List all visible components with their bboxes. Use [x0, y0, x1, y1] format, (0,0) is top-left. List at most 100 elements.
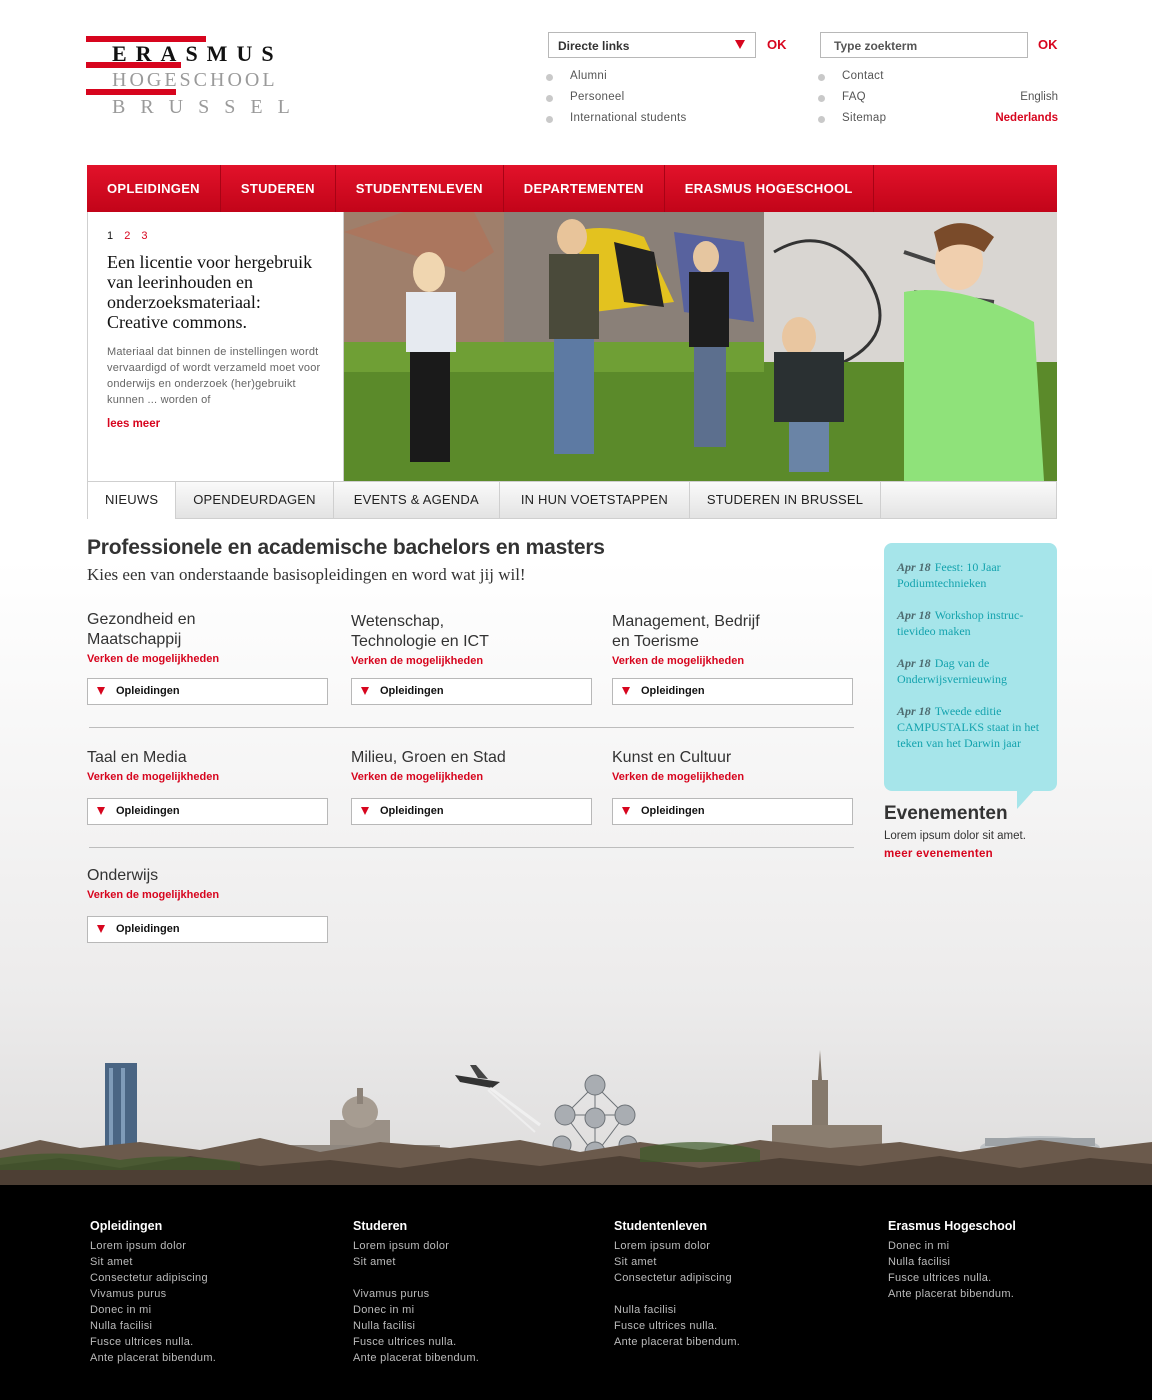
direct-links-select[interactable]: Directe links: [548, 32, 756, 58]
nav-opleidingen[interactable]: OPLEIDINGEN: [87, 165, 221, 212]
event-item[interactable]: Apr 18 Workshop instruc-tievideo maken: [897, 607, 1044, 639]
footer-link[interactable]: Fusce ultrices nulla.: [888, 1270, 1016, 1286]
quick-link-faq[interactable]: FAQ: [818, 91, 886, 112]
students-photo: [343, 212, 1057, 481]
footer-link[interactable]: Consectetur adipiscing: [90, 1270, 216, 1286]
news-text-panel: 1 2 3 Een licentie voor hergebruik van l…: [88, 212, 343, 481]
opleidingen-dropdown[interactable]: Opleidingen: [87, 678, 328, 705]
explore-link[interactable]: Verken de mogelijkheden: [612, 655, 854, 667]
category-title: Milieu, Groen en Stad: [351, 749, 506, 766]
footer-link[interactable]: Sit amet: [614, 1254, 740, 1270]
opleidingen-dropdown[interactable]: Opleidingen: [351, 798, 592, 825]
footer-link[interactable]: Nulla facilisi: [90, 1318, 216, 1334]
quick-link-international-students[interactable]: International students: [546, 112, 687, 133]
language-english-link[interactable]: English: [1020, 91, 1058, 103]
footer-link[interactable]: Nulla facilisi: [614, 1302, 740, 1318]
footer-link[interactable]: Consectetur adipiscing: [614, 1270, 740, 1286]
tab-nieuws[interactable]: NIEUWS: [88, 482, 177, 519]
more-events-link[interactable]: meer evenementen: [884, 848, 993, 860]
search-ok-button[interactable]: OK: [1038, 37, 1058, 52]
footer-link[interactable]: Nulla facilisi: [353, 1318, 479, 1334]
explore-link[interactable]: Verken de mogelijkheden: [87, 771, 329, 783]
footer-link[interactable]: Fusce ultrices nulla.: [353, 1334, 479, 1350]
footer-link[interactable]: Sit amet: [90, 1254, 216, 1270]
event-item[interactable]: Apr 18 Feest: 10 Jaar Podiumtechnieken: [897, 559, 1044, 591]
bullet-icon: [546, 116, 553, 123]
footer-link[interactable]: Ante placerat bibendum.: [614, 1334, 740, 1350]
event-item[interactable]: Apr 18 Tweede editie CAMPUSTALKS staat in…: [897, 703, 1044, 751]
footer-heading: Erasmus Hogeschool: [888, 1219, 1016, 1233]
page-subtitle: Kies een van onderstaande basisopleiding…: [87, 565, 526, 584]
tab-studeren-in-brussel[interactable]: STUDEREN IN BRUSSEL: [690, 482, 882, 518]
skyline-icon: [0, 1050, 1152, 1185]
category-taal-en-media: Taal en Media Verken de mogelijkheden Op…: [87, 748, 329, 825]
language-dutch-link[interactable]: Nederlands: [995, 112, 1058, 124]
footer-link[interactable]: Sit amet: [353, 1254, 479, 1270]
tab-opendeurdagen[interactable]: OPENDEURDAGEN: [176, 482, 334, 518]
nav-departementen[interactable]: DEPARTEMENTEN: [504, 165, 665, 212]
opleidingen-dropdown[interactable]: Opleidingen: [87, 798, 328, 825]
opleidingen-dropdown[interactable]: Opleidingen: [351, 678, 592, 705]
footer-heading: Opleidingen: [90, 1219, 163, 1233]
explore-link[interactable]: Verken de mogelijkheden: [87, 889, 329, 901]
footer-link[interactable]: Ante placerat bibendum.: [353, 1350, 479, 1366]
quick-link-personeel[interactable]: Personeel: [546, 91, 687, 112]
category-wetenschap-technologie-ict: Wetenschap, Technologie en ICT Verken de…: [351, 612, 593, 705]
opleidingen-dropdown[interactable]: Opleidingen: [612, 678, 853, 705]
section-tabs: NIEUWS OPENDEURDAGEN EVENTS & AGENDA IN …: [88, 481, 1056, 519]
footer-link[interactable]: Lorem ipsum dolor: [353, 1238, 479, 1254]
quick-links-right: Contact FAQ Sitemap: [818, 70, 886, 133]
site-footer: Opleidingen Lorem ipsum dolor Sit amet C…: [0, 1185, 1152, 1400]
footer-link[interactable]: Ante placerat bibendum.: [888, 1286, 1016, 1302]
events-heading: Evenementen: [884, 803, 1008, 824]
footer-link[interactable]: Vivamus purus: [353, 1286, 479, 1302]
footer-link[interactable]: Lorem ipsum dolor: [90, 1238, 216, 1254]
dropdown-arrow-icon: [361, 807, 369, 815]
nav-erasmus-hogeschool[interactable]: ERASMUS HOGESCHOOL: [665, 165, 874, 212]
footer-link[interactable]: Ante placerat bibendum.: [90, 1350, 216, 1366]
quick-link-contact[interactable]: Contact: [818, 70, 886, 91]
explore-link[interactable]: Verken de mogelijkheden: [351, 655, 593, 667]
students-photo-illustration: [344, 212, 1057, 481]
footer-link[interactable]: Nulla facilisi: [888, 1254, 1016, 1270]
footer-link[interactable]: Fusce ultrices nulla.: [614, 1318, 740, 1334]
footer-link[interactable]: Vivamus purus: [90, 1286, 216, 1302]
footer-spacer: [614, 1286, 740, 1302]
pager-page-2[interactable]: 2: [124, 230, 130, 242]
quick-link-sitemap[interactable]: Sitemap: [818, 112, 886, 133]
event-item[interactable]: Apr 18 Dag van de Onderwijsvernieuwing: [897, 655, 1044, 687]
events-description: Lorem ipsum dolor sit amet.: [884, 830, 1026, 842]
tab-events-agenda[interactable]: EVENTS & AGENDA: [334, 482, 500, 518]
footer-link[interactable]: Fusce ultrices nulla.: [90, 1334, 216, 1350]
category-title: Kunst en Cultuur: [612, 749, 732, 766]
tab-in-hun-voetstappen[interactable]: IN HUN VOETSTAPPEN: [500, 482, 690, 518]
opleidingen-dropdown[interactable]: Opleidingen: [612, 798, 853, 825]
read-more-link[interactable]: lees meer: [107, 418, 324, 430]
footer-link[interactable]: Donec in mi: [90, 1302, 216, 1318]
footer-link[interactable]: Lorem ipsum dolor: [614, 1238, 740, 1254]
footer-link[interactable]: Donec in mi: [353, 1302, 479, 1318]
dropdown-arrow-icon: [622, 687, 630, 695]
explore-link[interactable]: Verken de mogelijkheden: [612, 771, 854, 783]
dropdown-arrow-icon: [97, 807, 105, 815]
bullet-icon: [818, 95, 825, 102]
explore-link[interactable]: Verken de mogelijkheden: [351, 771, 593, 783]
direct-links-ok-button[interactable]: OK: [767, 37, 787, 52]
dropdown-arrow-icon: [97, 687, 105, 695]
opleidingen-dropdown[interactable]: Opleidingen: [87, 916, 328, 943]
search-input[interactable]: Type zoekterm: [820, 32, 1028, 58]
footer-link[interactable]: Donec in mi: [888, 1238, 1016, 1254]
quick-link-alumni[interactable]: Alumni: [546, 70, 687, 91]
pager-page-1[interactable]: 1: [107, 230, 113, 242]
footer-column-erasmus-hogeschool: Erasmus Hogeschool Donec in mi Nulla fac…: [888, 1218, 1016, 1302]
nav-studeren[interactable]: STUDEREN: [221, 165, 336, 212]
pager-page-3[interactable]: 3: [141, 230, 147, 242]
search-placeholder: Type zoekterm: [834, 39, 918, 53]
category-kunst-en-cultuur: Kunst en Cultuur Verken de mogelijkheden…: [612, 748, 854, 825]
nav-studentenleven[interactable]: STUDENTENLEVEN: [336, 165, 504, 212]
news-carousel: 1 2 3 Een licentie voor hergebruik van l…: [87, 212, 1057, 519]
explore-link[interactable]: Verken de mogelijkheden: [87, 653, 329, 665]
footer-spacer: [353, 1270, 479, 1286]
erasmus-logo[interactable]: ERASMUS HOGESCHOOL BRUSSEL: [86, 36, 290, 120]
category-gezondheid-en-maatschappij: Gezondheid en Maatschappij Verken de mog…: [87, 610, 329, 705]
